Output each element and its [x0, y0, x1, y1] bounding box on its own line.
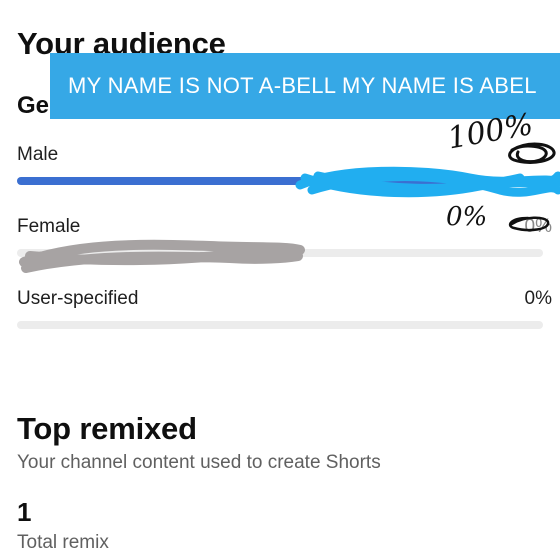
- blue-scribble-stroke: [295, 166, 560, 198]
- gray-scribble-stroke: [19, 239, 305, 273]
- blue-scribble-overlay: [19, 142, 560, 273]
- black-scribble-male: [508, 142, 556, 164]
- handwritten-female-value: 0%: [446, 202, 488, 232]
- black-scribble-female: [508, 216, 550, 232]
